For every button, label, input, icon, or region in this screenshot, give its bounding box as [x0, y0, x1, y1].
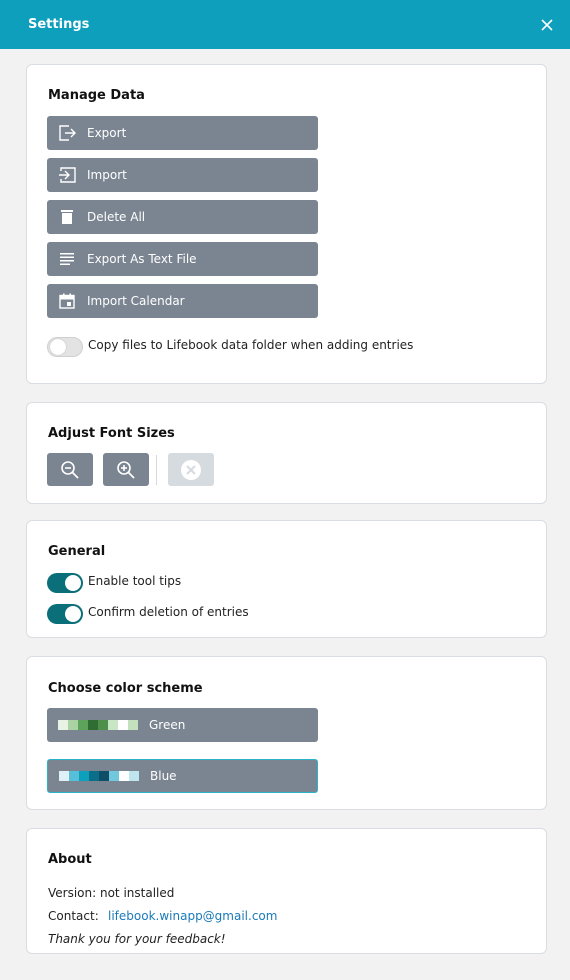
swatch-cell	[118, 720, 128, 730]
swatch-cell	[119, 771, 129, 781]
zoom-in-button[interactable]	[103, 453, 149, 486]
import-icon	[47, 167, 87, 183]
reset-font-size-button[interactable]	[168, 453, 214, 486]
contact-label: Contact:	[48, 909, 99, 923]
close-icon[interactable]	[538, 16, 556, 34]
calendar-icon	[47, 293, 87, 309]
settings-header: Settings	[0, 0, 570, 49]
thanks-text: Thank you for your feedback!	[48, 932, 226, 946]
clear-circle-icon	[181, 459, 201, 480]
confirm-deletion-label: Confirm deletion of entries	[88, 605, 249, 619]
scheme-green-label: Green	[149, 718, 186, 732]
green-swatch	[58, 720, 138, 730]
swatch-cell	[109, 771, 119, 781]
font-sizes-heading: Adjust Font Sizes	[48, 426, 175, 441]
toggle-knob	[50, 339, 66, 355]
scheme-green-button[interactable]: Green	[47, 708, 318, 742]
zoom-out-button[interactable]	[47, 453, 93, 486]
button-divider	[156, 455, 157, 485]
scheme-blue-button[interactable]: Blue	[47, 759, 318, 793]
import-calendar-label: Import Calendar	[87, 294, 185, 308]
blue-swatch	[59, 771, 139, 781]
confirm-deletion-toggle[interactable]	[47, 604, 83, 624]
toggle-knob	[65, 575, 81, 591]
zoom-in-icon	[117, 460, 135, 479]
swatch-cell	[68, 720, 78, 730]
export-text-file-button[interactable]: Export As Text File	[47, 242, 318, 276]
page-title: Settings	[28, 17, 90, 32]
import-calendar-button[interactable]: Import Calendar	[47, 284, 318, 318]
swatch-cell	[79, 771, 89, 781]
tooltips-toggle[interactable]	[47, 573, 83, 593]
scheme-blue-label: Blue	[150, 769, 177, 783]
about-heading: About	[48, 852, 92, 867]
swatch-cell	[78, 720, 88, 730]
contact-email-link[interactable]: lifebook.winapp@gmail.com	[108, 909, 277, 923]
copy-files-label: Copy files to Lifebook data folder when …	[88, 338, 414, 352]
manage-data-heading: Manage Data	[48, 88, 145, 103]
trash-icon	[47, 209, 87, 225]
about-card: About Version: not installed Contact: li…	[26, 828, 547, 954]
general-card: General Enable tool tips Confirm deletio…	[26, 520, 547, 638]
font-sizes-card: Adjust Font Sizes	[26, 402, 547, 504]
color-scheme-heading: Choose color scheme	[48, 681, 203, 696]
export-button[interactable]: Export	[47, 116, 318, 150]
version-text: Version: not installed	[48, 886, 175, 900]
copy-files-toggle[interactable]	[47, 337, 83, 357]
delete-all-button[interactable]: Delete All	[47, 200, 318, 234]
swatch-cell	[98, 720, 108, 730]
color-scheme-card: Choose color scheme Green Blue	[26, 656, 547, 810]
tooltips-label: Enable tool tips	[88, 574, 182, 588]
swatch-cell	[59, 771, 69, 781]
swatch-cell	[128, 720, 138, 730]
export-text-file-label: Export As Text File	[87, 252, 197, 266]
swatch-cell	[69, 771, 79, 781]
text-lines-icon	[47, 252, 87, 266]
swatch-cell	[89, 771, 99, 781]
swatch-cell	[108, 720, 118, 730]
swatch-cell	[99, 771, 109, 781]
export-icon	[47, 125, 87, 141]
general-heading: General	[48, 544, 106, 559]
import-label: Import	[87, 168, 127, 182]
manage-data-card: Manage Data Export Import Delete All Exp…	[26, 64, 547, 384]
export-label: Export	[87, 126, 127, 140]
swatch-cell	[88, 720, 98, 730]
swatch-cell	[58, 720, 68, 730]
zoom-out-icon	[61, 460, 79, 479]
import-button[interactable]: Import	[47, 158, 318, 192]
swatch-cell	[129, 771, 139, 781]
toggle-knob	[65, 606, 81, 622]
delete-all-label: Delete All	[87, 210, 146, 224]
